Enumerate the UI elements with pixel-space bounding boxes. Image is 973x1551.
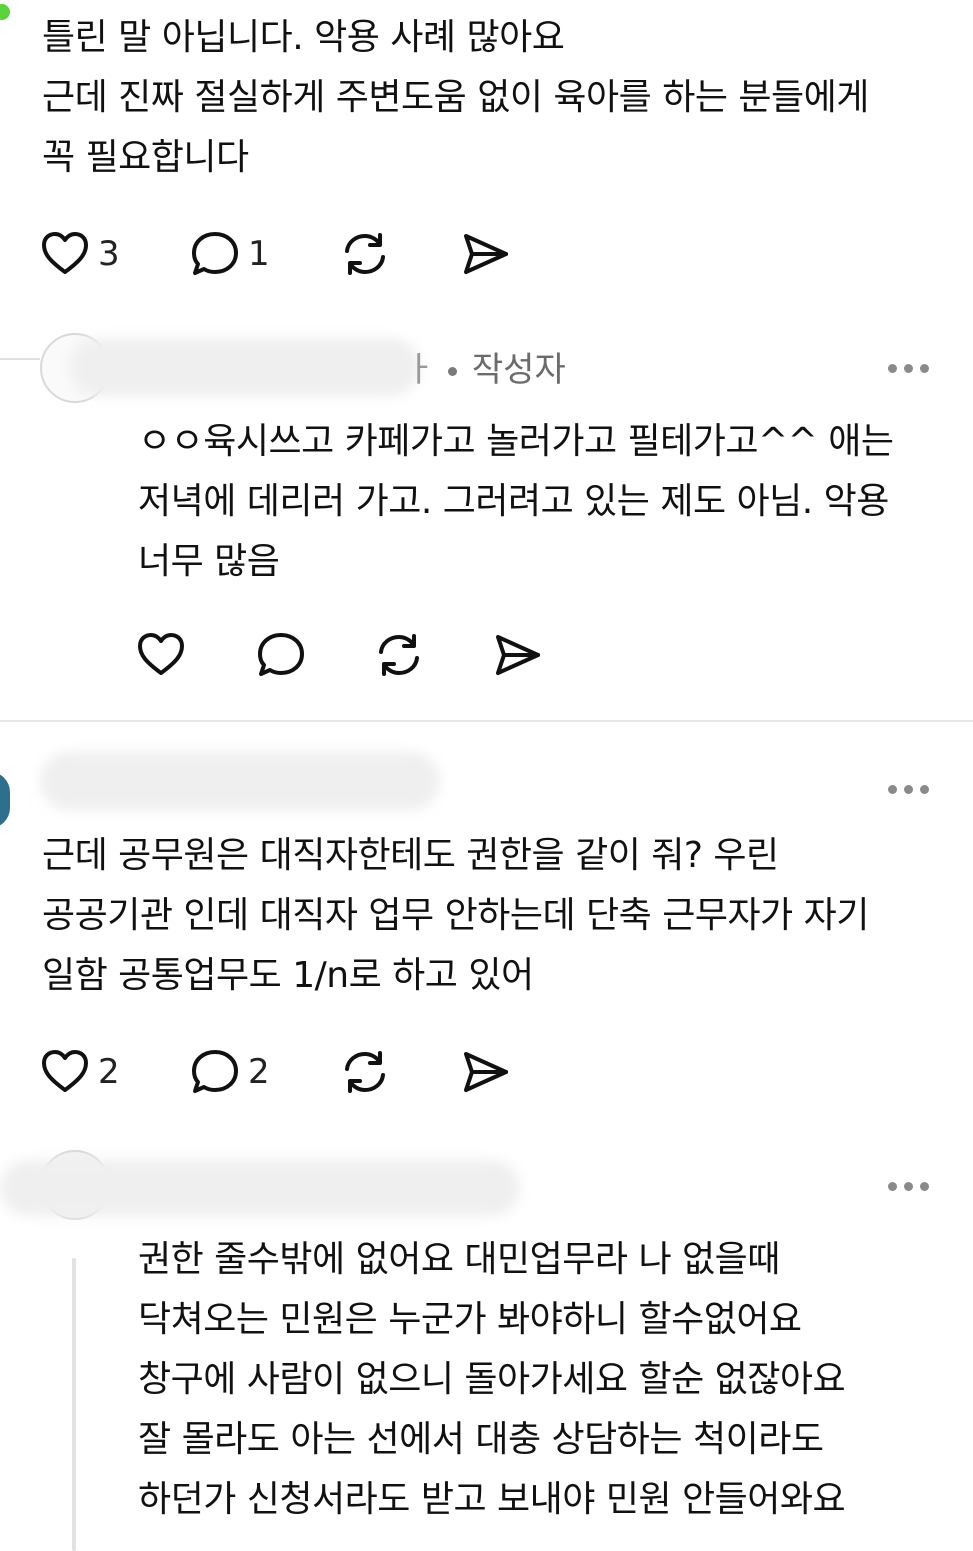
thread-line-left <box>0 358 40 360</box>
redacted-username <box>0 1160 520 1216</box>
comment-4-line: 잘 몰라도 아는 선에서 대충 상담하는 척이라도 <box>138 1419 824 1460</box>
reply-button[interactable]: 1 <box>190 226 270 282</box>
comment-3-line: 공공기관 인데 대직자 업무 안하는데 단축 근무자가 자기 <box>42 895 869 936</box>
author-meta: ㅏ 작성자 <box>404 342 566 391</box>
speech-bubble-icon <box>192 1050 238 1093</box>
comment-1-body: 틀린 말 아닙니다. 악용 사례 많아요 근데 진짜 절실하게 주변도움 없이 … <box>42 8 869 188</box>
avatar <box>0 772 10 828</box>
redacted-username <box>40 752 440 810</box>
like-button[interactable] <box>136 627 186 683</box>
like-count: 3 <box>98 234 120 274</box>
online-status-dot <box>0 4 10 20</box>
speech-bubble-icon <box>258 633 304 676</box>
share-button[interactable] <box>460 226 510 282</box>
like-button[interactable]: 3 <box>40 226 120 282</box>
repost-icon <box>379 634 419 676</box>
divider <box>0 720 973 722</box>
like-button[interactable]: 2 <box>40 1044 120 1100</box>
comment-3-body: 근데 공무원은 대직자한테도 권한을 같이 줘? 우린 공공기관 인데 대직자 … <box>42 826 869 1006</box>
speech-bubble-icon <box>192 232 238 275</box>
send-icon <box>496 635 540 675</box>
comment-4-line: 닥쳐오는 민원은 누군가 봐야하니 할수없어요 <box>138 1299 802 1340</box>
comment-2-line: 저녁에 데리러 가고. 그러려고 있는 제도 아님. 악용 <box>138 481 889 522</box>
heart-icon <box>42 1050 88 1092</box>
author-name-tail: ㅏ <box>404 350 436 390</box>
share-button[interactable] <box>460 1044 510 1100</box>
repost-icon <box>345 1051 385 1093</box>
repost-button[interactable] <box>374 627 424 683</box>
more-dots-icon <box>888 784 897 794</box>
comment-4-line: 하던가 신청서라도 받고 보내야 민원 안들어와요 <box>138 1479 846 1520</box>
reply-count: 1 <box>248 234 270 274</box>
repost-icon <box>345 233 385 275</box>
comment-3-line: 일함 공통업무도 1/n로 하고 있어 <box>42 955 534 996</box>
comment-1-actions: 3 1 <box>40 226 520 282</box>
share-button[interactable] <box>492 627 542 683</box>
comment-4-body: 권한 줄수밖에 없어요 대민업무라 나 없을때 닥쳐오는 민원은 누군가 봐야하… <box>138 1230 846 1530</box>
comment-2-line: 너무 많음 <box>138 541 280 582</box>
comment-2-line: ㅇㅇ육시쓰고 카페가고 놀러가고 필테가고^^ 애는 <box>138 421 894 462</box>
comment-2-actions <box>136 627 556 683</box>
more-dots-icon <box>888 1181 897 1191</box>
comment-1-line: 틀린 말 아닙니다. 악용 사례 많아요 <box>42 17 565 58</box>
send-icon <box>464 1052 508 1092</box>
thread-line <box>72 1258 76 1551</box>
reply-button[interactable] <box>256 627 306 683</box>
author-badge: 작성자 <box>471 350 566 390</box>
more-options-button[interactable] <box>888 1176 929 1196</box>
reply-count: 2 <box>248 1052 270 1092</box>
send-icon <box>464 234 508 274</box>
more-options-button[interactable] <box>888 779 929 799</box>
more-dots-icon <box>888 363 897 373</box>
comment-2-body: ㅇㅇ육시쓰고 카페가고 놀러가고 필테가고^^ 애는 저녁에 데리러 가고. 그… <box>138 412 894 592</box>
comment-4-line: 권한 줄수밖에 없어요 대민업무라 나 없을때 <box>138 1239 780 1280</box>
dot-separator <box>448 367 458 376</box>
repost-button[interactable] <box>340 1044 390 1100</box>
comment-1-line: 근데 진짜 절실하게 주변도움 없이 육아를 하는 분들에게 <box>42 77 869 118</box>
like-count: 2 <box>98 1052 120 1092</box>
comment-3-line: 근데 공무원은 대직자한테도 권한을 같이 줘? 우린 <box>42 835 779 876</box>
repost-button[interactable] <box>340 226 390 282</box>
heart-icon <box>138 633 184 675</box>
comment-4-line: 창구에 사람이 없으니 돌아가세요 할순 없잖아요 <box>138 1359 846 1400</box>
redacted-username <box>70 338 420 396</box>
comment-1-line: 꼭 필요합니다 <box>42 137 249 178</box>
reply-button[interactable]: 2 <box>190 1044 270 1100</box>
more-options-button[interactable] <box>888 358 929 378</box>
comment-3-actions: 2 2 <box>40 1044 520 1100</box>
heart-icon <box>42 232 88 274</box>
